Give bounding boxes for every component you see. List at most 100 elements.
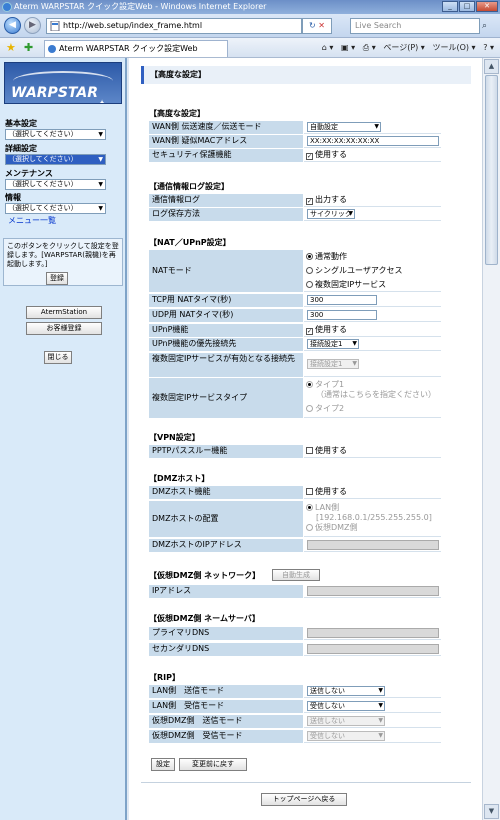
menu-list-link[interactable]: メニュー一覧 [8,215,56,226]
wan-mac-row: WAN側 疑似MACアドレス XX:XX:XX:XX:XX:XX [149,135,441,148]
log-checkbox[interactable]: ✓ [306,198,313,205]
lan-recv-row: LAN側 受信モード 受信しない ▼ [149,700,441,713]
maintenance-select[interactable]: （選択してください） ▼ [5,179,106,190]
minimize-button[interactable]: _ [442,1,458,12]
search-input[interactable]: Live Search [350,18,480,34]
wan-mac-input[interactable]: XX:XX:XX:XX:XX:XX [307,136,439,146]
log-value: 出力する [315,195,347,204]
lan-recv-label: LAN側 受信モード [149,700,303,713]
upnp-checkbox[interactable]: ✓ [306,328,313,335]
auto-generate-button[interactable]: 自動生成 [272,569,320,581]
search-icon[interactable]: ⌕ [482,18,496,34]
nat-multi-ip-radio[interactable] [306,281,313,288]
section-rip: 【RIP】 [149,673,180,682]
tab-toolbar: ★ ✚ Aterm WARPSTAR クイック設定Web ⌂ ▾ ▣ ▾ ⎙ ▾… [0,38,500,58]
type2-radio[interactable] [306,405,313,412]
wan-speed-select[interactable]: 自動設定 ▼ [307,122,381,132]
home-icon[interactable]: ⌂ [322,43,327,52]
dmz-func-checkbox[interactable] [306,488,313,495]
browser-tab[interactable]: Aterm WARPSTAR クイック設定Web [44,40,228,57]
help-icon[interactable]: ? [483,43,487,52]
scroll-down-icon[interactable]: ▼ [484,804,499,819]
dmz-place-row: DMZホストの配置 LAN側 [192.168.0.1/255.255.255.… [149,501,441,537]
vertical-scrollbar[interactable]: ▲ ▼ [482,58,500,820]
back-to-top-button[interactable]: トップページへ戻る [261,793,347,806]
scrollbar-thumb[interactable] [485,75,498,265]
dmz-func-label: DMZホスト機能 [149,486,303,499]
print-icon[interactable]: ⎙ [363,43,369,52]
pptp-label: PPTPパススルー機能 [149,445,303,458]
address-toolbar: ◀ ▶ http://web.setup/index_frame.html ↻ … [0,14,500,38]
lan-send-select[interactable]: 送信しない ▼ [307,686,385,696]
lan-recv-select[interactable]: 受信しない ▼ [307,701,385,711]
info-select[interactable]: （選択してください） ▼ [5,203,106,214]
feeds-icon[interactable]: ▣ [341,43,349,52]
command-bar: ⌂ ▾ ▣ ▾ ⎙ ▾ ページ(P) ▾ ツール(O) ▾ ? ▾ [321,43,494,52]
url-input[interactable]: http://web.setup/index_frame.html [46,18,302,34]
star-icon: ✦ [96,97,107,104]
page-menu[interactable]: ページ(P) [383,43,418,52]
upnp-priority-row: UPnP機能の優先接続先 接続設定1 ▼ [149,338,441,351]
add-favorite-icon[interactable]: ✚ [24,41,33,54]
atermstation-button[interactable]: AtermStation [26,306,102,319]
vdmz-recv-select[interactable]: 受信しない ▼ [307,731,385,741]
nav-maintenance-label: メンテナンス [5,169,53,178]
customer-register-button[interactable]: お客様登録 [26,322,102,335]
close-window-button[interactable]: ✕ [476,1,498,12]
basic-settings-select[interactable]: （選択してください） ▼ [5,129,106,140]
nat-normal-radio[interactable] [306,253,313,260]
multi-ip-type-row: 複数固定IPサービスタイプ タイプ1 （通常はこちらを指定ください） タイプ2 [149,378,441,418]
tools-menu[interactable]: ツール(O) [432,43,469,52]
type1-note: （通常はこちらを指定ください） [316,390,436,399]
close-button[interactable]: 閉じる [44,351,72,364]
forward-button[interactable]: ▶ [24,17,41,34]
url-text: http://web.setup/index_frame.html [63,21,203,30]
primary-dns-row: プライマリDNS [149,627,441,640]
multi-ip-dest-label: 複数固定IPサービスが有効となる接続先 [149,353,303,377]
upnp-priority-select[interactable]: 接続設定1 ▼ [307,339,359,349]
scroll-up-icon[interactable]: ▲ [484,59,499,74]
nat-mode-label: NATモード [149,250,303,292]
revert-button[interactable]: 変更前に戻す [179,758,247,771]
vdmz-send-select[interactable]: 送信しない ▼ [307,716,385,726]
security-checkbox[interactable]: ✓ [306,153,313,160]
vdmz-recv-row: 仮想DMZ側 受信モード 受信しない ▼ [149,730,441,743]
dmz-ip-input[interactable] [307,540,439,550]
section-log: 【通信情報ログ設定】 [149,182,229,191]
nav-info: 情報 （選択してください） ▼ [5,192,122,214]
type1-radio[interactable] [306,381,313,388]
detail-settings-select[interactable]: （選択してください） ▼ [5,154,106,165]
tab-favicon-icon [48,45,56,53]
register-button[interactable]: 登録 [46,272,68,285]
primary-dns-input[interactable] [307,628,439,638]
log-label: 通信情報ログ [149,194,303,207]
security-value: 使用する [315,150,347,159]
refresh-button[interactable]: ↻ ✕ [302,18,332,34]
pptp-checkbox[interactable] [306,447,313,454]
dmz-virtual-radio[interactable] [306,524,313,531]
section-vdmz-network: 【仮想DMZ側 ネットワーク】 [149,571,261,580]
tcp-timer-input[interactable]: 300 [307,295,377,305]
upnp-value: 使用する [315,325,347,334]
footer-divider [141,782,471,783]
secondary-dns-input[interactable] [307,644,439,654]
register-info-text: このボタンをクリックして設定を登録します。[WARPSTAR(親機)を再起動しま… [7,242,119,268]
dmz-lan-radio[interactable] [306,504,313,511]
maximize-button[interactable]: □ [459,1,475,12]
udp-timer-row: UDP用 NATタイマ(秒) 300 [149,309,441,322]
vdmz-ip-input[interactable] [307,586,439,596]
tcp-timer-row: TCP用 NATタイマ(秒) 300 [149,294,441,307]
section-dmz: 【DMZホスト】 [149,474,210,483]
lan-send-row: LAN側 送信モード 送信しない ▼ [149,685,441,698]
log-method-select[interactable]: サイクリック ▼ [307,209,355,219]
udp-timer-input[interactable]: 300 [307,310,377,320]
favorites-star-icon[interactable]: ★ [6,41,16,54]
multi-ip-dest-select[interactable]: 接続設定1 ▼ [307,359,359,369]
nat-single-user-radio[interactable] [306,267,313,274]
back-button[interactable]: ◀ [4,17,21,34]
multi-ip-type-label: 複数固定IPサービスタイプ [149,378,303,418]
window-title: Aterm WARPSTAR クイック設定Web - Windows Inter… [14,2,267,11]
secondary-dns-label: セカンダリDNS [149,643,303,656]
set-button[interactable]: 設定 [151,758,175,771]
udp-timer-label: UDP用 NATタイマ(秒) [149,309,303,322]
